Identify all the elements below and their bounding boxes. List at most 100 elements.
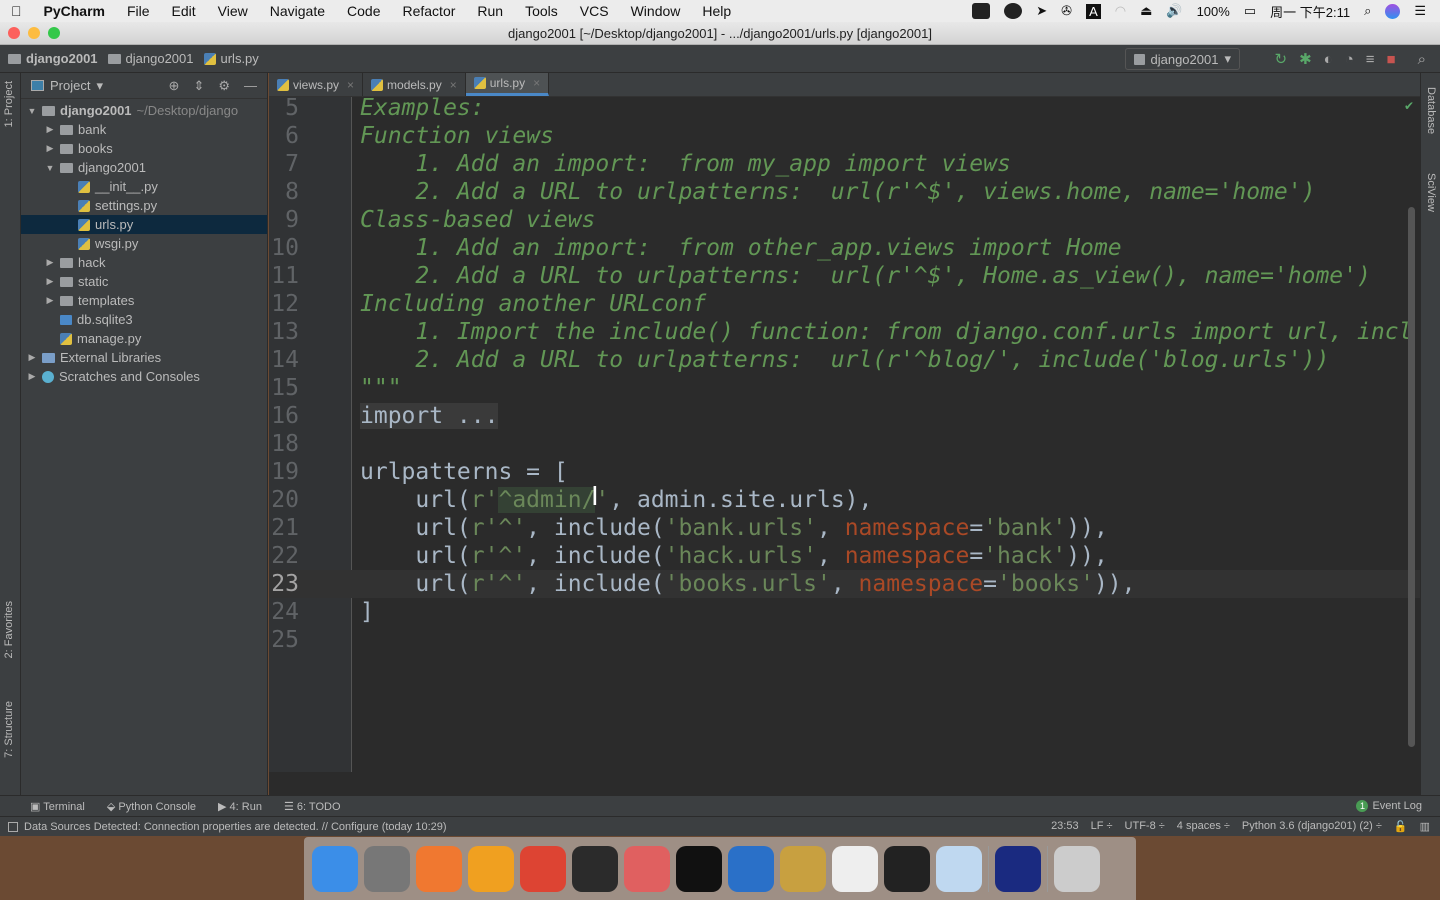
fan-icon[interactable]: ✇ [1061, 3, 1072, 19]
database-tool-button[interactable]: Database [1425, 87, 1437, 134]
menu-vcs[interactable]: VCS [569, 3, 620, 19]
zoom-window-button[interactable] [48, 27, 60, 39]
dock-app-icon[interactable] [468, 845, 514, 892]
locate-icon[interactable]: ⊕ [169, 78, 180, 94]
menu-view[interactable]: View [207, 3, 259, 19]
inspection-ok-icon[interactable]: ✔ [1404, 99, 1414, 113]
tree-item[interactable]: __init__.py [21, 177, 267, 196]
coverage-icon[interactable]: ◐ [1324, 51, 1333, 68]
code-token[interactable]: import ... [360, 403, 499, 429]
stop-icon[interactable]: ■ [1387, 51, 1396, 68]
breadcrumb-file[interactable]: urls.py [203, 51, 259, 66]
obs-status-icon[interactable] [1004, 3, 1023, 19]
tab-views-py[interactable]: views.py × [269, 73, 364, 96]
vscode-status-icon[interactable] [972, 3, 991, 19]
expanded-arrow-icon[interactable]: ▼ [27, 106, 37, 116]
notification-center-icon[interactable]: ☰ [1414, 3, 1426, 19]
tree-item[interactable]: ▶ hack [21, 253, 267, 272]
concurrency-icon[interactable]: ≡ [1366, 51, 1375, 68]
status-message[interactable]: Data Sources Detected: Connection proper… [24, 821, 447, 833]
menu-tools[interactable]: Tools [514, 3, 569, 19]
indent-selector[interactable]: 4 spaces ÷ [1177, 820, 1230, 833]
breadcrumb-package[interactable]: django2001 [107, 51, 194, 66]
tree-item[interactable]: urls.py [21, 215, 267, 234]
dock-app-icon[interactable] [1054, 845, 1100, 892]
encoding-selector[interactable]: UTF-8 ÷ [1125, 820, 1165, 833]
tree-item[interactable]: ▼ django2001 [21, 158, 267, 177]
wifi-icon[interactable]: ◠ [1115, 3, 1126, 19]
event-log-button[interactable]: 1 Event Log [1356, 800, 1422, 812]
project-tool-button[interactable]: 1: Project [3, 81, 15, 127]
clock[interactable]: 周一 下午2:11 [1270, 2, 1350, 21]
siri-icon[interactable] [1385, 3, 1401, 19]
run-configuration-dropdown[interactable]: django2001 ▾ [1124, 48, 1240, 70]
project-view-dropdown[interactable]: Project [50, 78, 90, 93]
apple-icon[interactable]:  [0, 3, 33, 19]
tree-item[interactable]: ▶ static [21, 272, 267, 291]
structure-tool-button[interactable]: 7: Structure [3, 701, 15, 758]
tree-item[interactable]: ▼ django2001 ~/Desktop/django [21, 101, 267, 120]
close-tab-icon[interactable]: × [533, 76, 540, 90]
collapsed-arrow-icon[interactable]: ▶ [45, 143, 55, 154]
code-editor[interactable]: 5 Examples: 6 Function views 7 1. Add an imp… [269, 97, 1420, 772]
tool-tab-4-run[interactable]: ▶ 4: Run [218, 800, 262, 813]
caret-position[interactable]: 23:53 [1051, 820, 1079, 833]
dock-app-icon[interactable] [884, 845, 930, 892]
dock-app-icon[interactable] [936, 845, 982, 892]
tree-item[interactable]: ▶ templates [21, 291, 267, 310]
volume-icon[interactable]: 🔊 [1166, 3, 1182, 19]
collapse-all-icon[interactable]: ⇕ [193, 78, 204, 94]
battery-percent[interactable]: 100% [1197, 4, 1230, 19]
expanded-arrow-icon[interactable]: ▼ [45, 163, 55, 173]
dock-app-icon[interactable] [520, 845, 566, 892]
toggle-tool-windows-icon[interactable] [8, 821, 18, 832]
menu-code[interactable]: Code [336, 3, 391, 19]
tree-item[interactable]: wsgi.py [21, 234, 267, 253]
dock-app-icon[interactable] [572, 845, 618, 892]
collapsed-arrow-icon[interactable]: ▶ [27, 371, 37, 382]
send-icon[interactable]: ➤ [1036, 3, 1047, 19]
dock-app-icon[interactable] [364, 845, 410, 892]
input-method-icon[interactable]: A [1086, 3, 1101, 19]
eject-icon[interactable]: ⏏ [1140, 3, 1152, 19]
tool-tab-terminal[interactable]: ▣ Terminal [30, 800, 85, 813]
profile-icon[interactable]: ◔ [1345, 51, 1354, 68]
menu-help[interactable]: Help [691, 3, 742, 19]
favorites-tool-button[interactable]: 2: Favorites [3, 601, 15, 658]
debug-icon[interactable]: ✱ [1299, 50, 1312, 68]
tool-tab-python-console[interactable]: ⬙ Python Console [107, 800, 196, 813]
collapsed-arrow-icon[interactable]: ▶ [27, 352, 37, 363]
dock-app-icon[interactable] [312, 845, 358, 892]
menu-navigate[interactable]: Navigate [259, 3, 336, 19]
hide-icon[interactable]: — [244, 78, 257, 94]
lock-icon[interactable]: 🔓 [1394, 820, 1408, 833]
tool-tab-6-todo[interactable]: ☰ 6: TODO [284, 800, 341, 813]
tab-urls-py[interactable]: urls.py × [465, 73, 550, 96]
close-tab-icon[interactable]: × [450, 78, 457, 92]
sciview-tool-button[interactable]: SciView [1425, 173, 1437, 212]
dock-app-icon[interactable] [676, 845, 722, 892]
editor-scrollbar[interactable] [1408, 207, 1415, 747]
dock-app-icon[interactable] [832, 845, 878, 892]
line-separator-selector[interactable]: LF ÷ [1091, 820, 1113, 833]
tab-models-py[interactable]: models.py × [363, 73, 466, 96]
dock-app-icon[interactable] [728, 845, 774, 892]
dock-app-icon[interactable] [780, 845, 826, 892]
dock-app-icon[interactable] [416, 845, 462, 892]
collapsed-arrow-icon[interactable]: ▶ [45, 276, 55, 287]
spotlight-icon[interactable]: ⌕ [1364, 3, 1371, 19]
tree-item[interactable]: ▶ External Libraries [21, 348, 267, 367]
minimize-window-button[interactable] [28, 27, 40, 39]
interpreter-selector[interactable]: Python 3.6 (django201) (2) ÷ [1242, 820, 1382, 833]
close-window-button[interactable] [8, 27, 20, 39]
tree-item[interactable]: ▶ books [21, 139, 267, 158]
dock-app-icon[interactable] [995, 845, 1041, 892]
search-everywhere-icon[interactable]: ⌕ [1418, 51, 1426, 68]
tree-item[interactable]: db.sqlite3 [21, 310, 267, 329]
breadcrumb-project[interactable]: django2001 [8, 51, 98, 66]
memory-indicator-icon[interactable]: ▥ [1420, 820, 1430, 833]
collapsed-arrow-icon[interactable]: ▶ [45, 295, 55, 306]
close-tab-icon[interactable]: × [347, 78, 354, 92]
battery-icon[interactable]: ▭ [1244, 3, 1256, 19]
menu-app[interactable]: PyCharm [33, 3, 116, 19]
